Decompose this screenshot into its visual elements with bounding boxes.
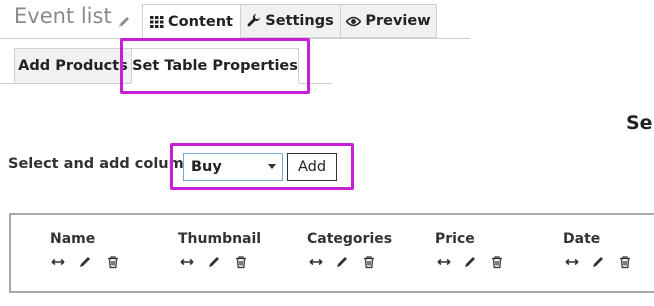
caret-down-icon <box>268 164 276 169</box>
tab-preview[interactable]: Preview <box>340 4 437 38</box>
trash-icon[interactable] <box>618 255 632 269</box>
resize-icon[interactable] <box>180 255 194 269</box>
pencil-icon[interactable] <box>117 14 131 28</box>
tab-add-products-label: Add Products <box>18 58 128 74</box>
tab-set-table-properties-label: Set Table Properties <box>132 58 298 74</box>
columns-select-value: Buy <box>191 159 222 175</box>
pencil-icon[interactable] <box>335 255 349 269</box>
column-name: Categories <box>307 231 393 247</box>
resize-icon[interactable] <box>437 255 451 269</box>
section-heading: Sel <box>626 112 654 134</box>
wrench-icon <box>247 14 261 28</box>
tab-settings-label: Settings <box>265 13 334 29</box>
columns-select[interactable]: Buy <box>183 153 283 181</box>
select-columns-label: Select and add columns: <box>8 156 209 172</box>
column-name: Thumbnail <box>178 231 262 247</box>
trash-icon[interactable] <box>490 255 504 269</box>
tab-settings[interactable]: Settings <box>240 4 341 38</box>
tab-set-table-properties[interactable]: Set Table Properties <box>131 48 299 84</box>
tab-content-label: Content <box>168 13 233 30</box>
page-title: Event list <box>14 4 112 28</box>
columns-panel <box>9 213 654 293</box>
trash-icon[interactable] <box>234 255 248 269</box>
eye-icon <box>346 16 362 27</box>
column-name: Name <box>50 231 96 247</box>
resize-icon[interactable] <box>565 255 579 269</box>
resize-icon[interactable] <box>309 255 323 269</box>
column-name: Price <box>435 231 475 247</box>
add-column-button[interactable]: Add <box>287 153 337 181</box>
pencil-icon[interactable] <box>591 255 605 269</box>
resize-icon[interactable] <box>51 255 65 269</box>
grid-icon <box>150 15 164 28</box>
tab-content[interactable]: Content <box>142 4 241 39</box>
tab-preview-label: Preview <box>365 13 431 29</box>
tab-add-products[interactable]: Add Products <box>14 48 132 84</box>
trash-icon[interactable] <box>106 255 120 269</box>
column-name: Date <box>563 231 601 247</box>
pencil-icon[interactable] <box>463 255 477 269</box>
pencil-icon[interactable] <box>207 255 221 269</box>
pencil-icon[interactable] <box>78 255 92 269</box>
trash-icon[interactable] <box>362 255 376 269</box>
